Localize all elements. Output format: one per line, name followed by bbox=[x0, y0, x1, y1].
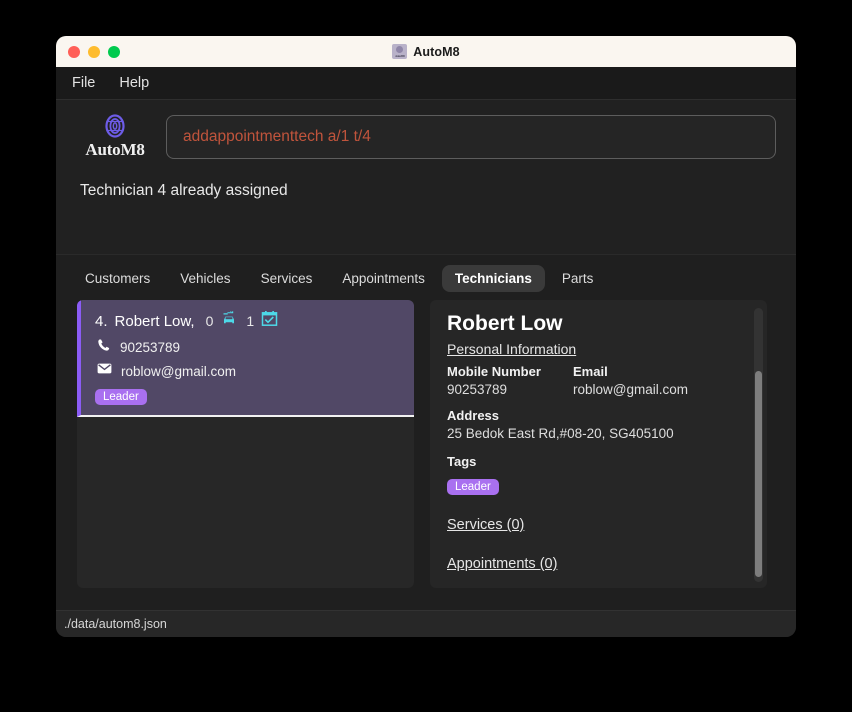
calendar-check-icon bbox=[261, 310, 278, 332]
mobile-number-value: 90253789 bbox=[447, 382, 508, 397]
window-title-group: AutoM8 AutoM8 bbox=[56, 44, 796, 59]
list-item-tag: Leader bbox=[95, 389, 147, 405]
tire-wheel-icon bbox=[102, 113, 128, 139]
email-value: roblow@gmail.com bbox=[573, 382, 688, 397]
tab-bar: Customers Vehicles Services Appointments… bbox=[56, 255, 796, 300]
appointments-link[interactable]: Appointments (0) bbox=[447, 556, 557, 572]
list-item-phone: 90253789 bbox=[120, 340, 181, 355]
technician-list-panel[interactable]: 4. Robert Low, 0 1 90253789 roblow@gmail… bbox=[77, 300, 414, 588]
detail-title: Robert Low bbox=[447, 312, 563, 335]
detail-field-grid: Mobile Number Email 90253789 roblow@gmai… bbox=[447, 364, 743, 401]
tags-label: Tags bbox=[447, 454, 477, 469]
tab-vehicles[interactable]: Vehicles bbox=[167, 265, 243, 292]
envelope-icon bbox=[97, 362, 112, 380]
tab-customers[interactable]: Customers bbox=[72, 265, 163, 292]
tab-appointments[interactable]: Appointments bbox=[329, 265, 438, 292]
detail-scrollbar-thumb[interactable] bbox=[755, 371, 762, 577]
maximize-button[interactable] bbox=[108, 45, 120, 58]
app-branding: AutoM8 bbox=[80, 113, 150, 160]
address-label: Address bbox=[447, 408, 500, 423]
services-link[interactable]: Services (0) bbox=[447, 517, 524, 533]
close-button[interactable] bbox=[68, 45, 80, 58]
main-content-area: Customers Vehicles Services Appointments… bbox=[56, 254, 796, 610]
list-item-phone-row: 90253789 bbox=[95, 338, 402, 357]
window-titlebar: AutoM8 AutoM8 bbox=[56, 36, 796, 67]
command-input-value: addappointmenttech a/1 t/4 bbox=[183, 127, 371, 145]
window-controls bbox=[56, 45, 120, 58]
command-bar: AutoM8 addappointmenttech a/1 t/4 bbox=[56, 100, 796, 170]
list-item-index: 4. bbox=[95, 312, 108, 330]
logo-text: AutoM8 bbox=[85, 140, 145, 159]
list-item-name: Robert Low, bbox=[114, 312, 195, 330]
detail-content: Robert Low Personal Information Mobile N… bbox=[430, 300, 767, 585]
window-title: AutoM8 bbox=[413, 44, 460, 59]
result-display: Technician 4 already assigned bbox=[56, 170, 796, 254]
list-item-email: roblow@gmail.com bbox=[121, 363, 236, 379]
tab-parts[interactable]: Parts bbox=[549, 265, 607, 292]
panels-container: 4. Robert Low, 0 1 90253789 roblow@gmail… bbox=[56, 300, 796, 610]
list-item[interactable]: 4. Robert Low, 0 1 90253789 roblow@gmail… bbox=[77, 300, 414, 417]
command-input[interactable]: addappointmenttech a/1 t/4 bbox=[166, 114, 776, 159]
menu-item-help[interactable]: Help bbox=[119, 75, 149, 91]
tab-technicians[interactable]: Technicians bbox=[441, 265, 545, 292]
car-service-icon bbox=[220, 310, 239, 332]
menubar: File Help bbox=[56, 67, 796, 100]
services-count: 0 bbox=[205, 313, 214, 329]
app-window: AutoM8 AutoM8 File Help AutoM8 addappoin bbox=[56, 36, 796, 637]
detail-tag: Leader bbox=[447, 479, 499, 495]
address-value: 25 Bedok East Rd,#08-20, SG405100 bbox=[447, 426, 674, 441]
status-bar-path: ./data/autom8.json bbox=[64, 617, 167, 631]
services-link-row: Services (0) bbox=[447, 516, 743, 534]
appointments-link-row: Appointments (0) bbox=[447, 555, 743, 573]
list-item-header: 4. Robert Low, 0 1 bbox=[95, 310, 402, 332]
personal-information-heading: Personal Information bbox=[447, 341, 577, 357]
status-bar: ./data/autom8.json bbox=[56, 610, 796, 637]
appointments-count: 1 bbox=[246, 313, 255, 329]
email-label: Email bbox=[573, 364, 608, 379]
app-logo-icon: AutoM8 bbox=[392, 44, 408, 59]
list-item-email-row: roblow@gmail.com bbox=[95, 362, 402, 380]
technician-detail-panel: Robert Low Personal Information Mobile N… bbox=[430, 300, 767, 588]
minimize-button[interactable] bbox=[88, 45, 100, 58]
tab-services[interactable]: Services bbox=[248, 265, 326, 292]
result-message: Technician 4 already assigned bbox=[80, 182, 288, 199]
phone-icon bbox=[97, 338, 111, 357]
menu-item-file[interactable]: File bbox=[72, 75, 95, 91]
detail-scrollbar[interactable] bbox=[754, 308, 763, 582]
mobile-number-label: Mobile Number bbox=[447, 364, 541, 379]
